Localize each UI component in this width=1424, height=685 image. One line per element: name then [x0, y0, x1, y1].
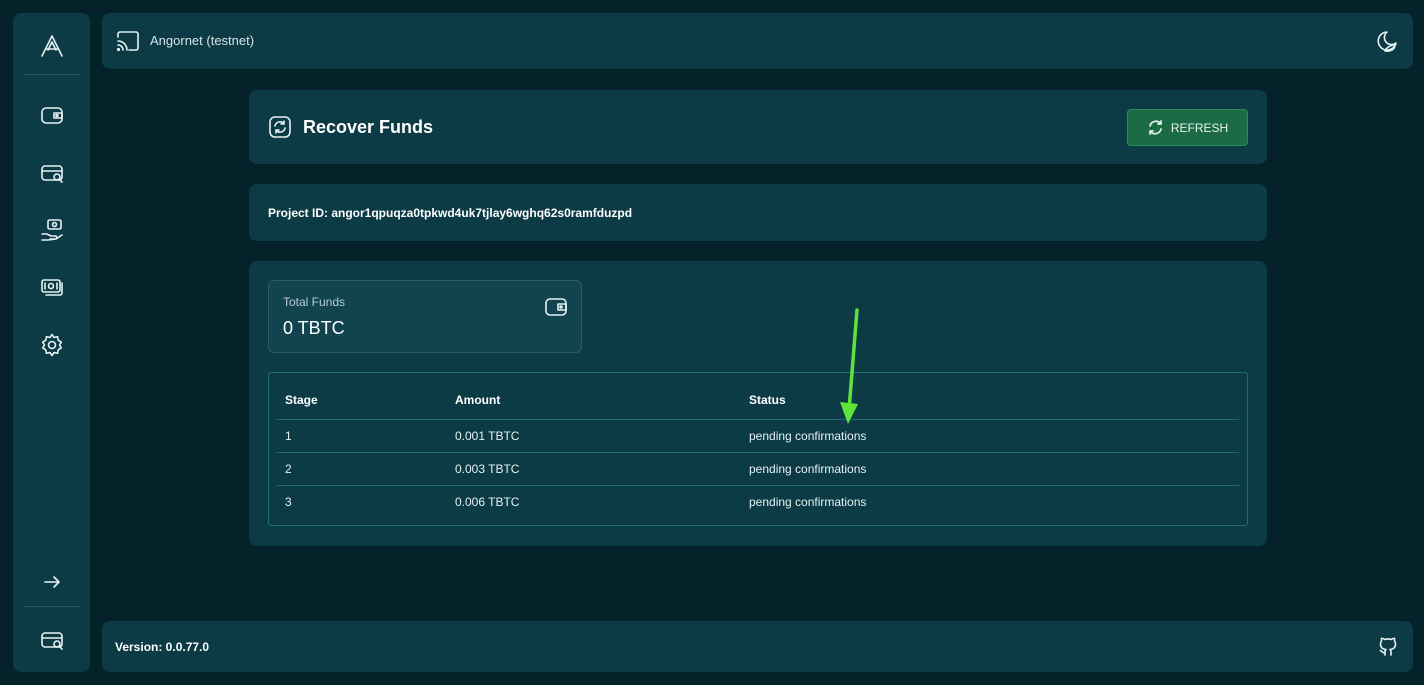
browse-projects-icon [40, 165, 63, 183]
wallet-icon [544, 296, 568, 318]
project-id: Project ID: angor1qpuqza0tpkwd4uk7tjlay6… [268, 206, 633, 220]
sidebar-item-browse[interactable] [38, 159, 66, 187]
column-header-stage: Stage [277, 381, 447, 420]
money-icon [40, 279, 63, 296]
github-icon[interactable] [1377, 635, 1399, 657]
sidebar-item-invest[interactable] [38, 216, 66, 244]
stage-cell: 3 [285, 494, 292, 509]
stages-table: Stage Amount Status 1 0.001 TBTC pending… [277, 381, 1239, 518]
refresh-button[interactable]: REFRESH [1127, 109, 1248, 146]
recover-funds-icon [268, 115, 294, 141]
sidebar-item-settings[interactable] [38, 331, 66, 359]
status-cell: pending confirmations [749, 494, 867, 509]
invest-icon [40, 219, 63, 241]
column-header-status: Status [741, 381, 1239, 420]
arrow-right-icon [43, 576, 60, 588]
version-label: Version: 0.0.77.0 [115, 640, 210, 654]
stages-table-container: Stage Amount Status 1 0.001 TBTC pending… [268, 372, 1248, 526]
table-row: 3 0.006 TBTC pending confirmations [277, 485, 1239, 518]
theme-toggle-icon[interactable] [1373, 29, 1399, 55]
footer-bar: Version: 0.0.77.0 [102, 621, 1413, 672]
stage-cell: 1 [277, 419, 447, 453]
sidebar-divider [23, 606, 80, 607]
table-row: 2 0.003 TBTC pending confirmations [277, 452, 1239, 486]
amount-cell: 0.006 TBTC [455, 494, 520, 509]
total-funds-label: Total Funds [283, 295, 346, 309]
logo-icon[interactable] [38, 32, 66, 60]
refresh-icon [1148, 120, 1162, 135]
sidebar-divider [23, 74, 80, 75]
funds-card: Total Funds 0 TBTC Stage Amount Status 1… [249, 261, 1267, 546]
total-funds-value: 0 TBTC [283, 318, 345, 338]
network-cast-icon [115, 29, 141, 53]
project-id-card: Project ID: angor1qpuqza0tpkwd4uk7tjlay6… [249, 184, 1267, 241]
status-cell: pending confirmations [741, 452, 1239, 486]
browse-projects-icon [40, 632, 63, 650]
sidebar-item-wallet[interactable] [38, 101, 66, 129]
sidebar-expand-button[interactable] [38, 568, 66, 596]
sidebar-item-browse-bottom[interactable] [38, 626, 66, 654]
amount-cell: 0.001 TBTC [447, 419, 741, 453]
sidebar [13, 13, 90, 672]
status-cell: pending confirmations [741, 419, 1239, 453]
network-name: Angornet (testnet) [150, 33, 255, 48]
stage-cell: 2 [277, 452, 447, 486]
column-header-amount: Amount [447, 381, 741, 420]
sidebar-item-funds[interactable] [38, 273, 66, 301]
total-funds-box: Total Funds 0 TBTC [268, 280, 582, 353]
gear-icon [41, 333, 62, 357]
amount-cell: 0.003 TBTC [447, 452, 741, 486]
top-bar: Angornet (testnet) [102, 13, 1413, 69]
table-header-row: Stage Amount Status [277, 381, 1239, 420]
table-row: 1 0.001 TBTC pending confirmations [277, 419, 1239, 453]
refresh-button-label: REFRESH [1170, 120, 1229, 135]
page-header-card: Recover Funds REFRESH [249, 90, 1267, 164]
wallet-icon [40, 107, 63, 124]
page-title: Recover Funds [303, 117, 434, 137]
